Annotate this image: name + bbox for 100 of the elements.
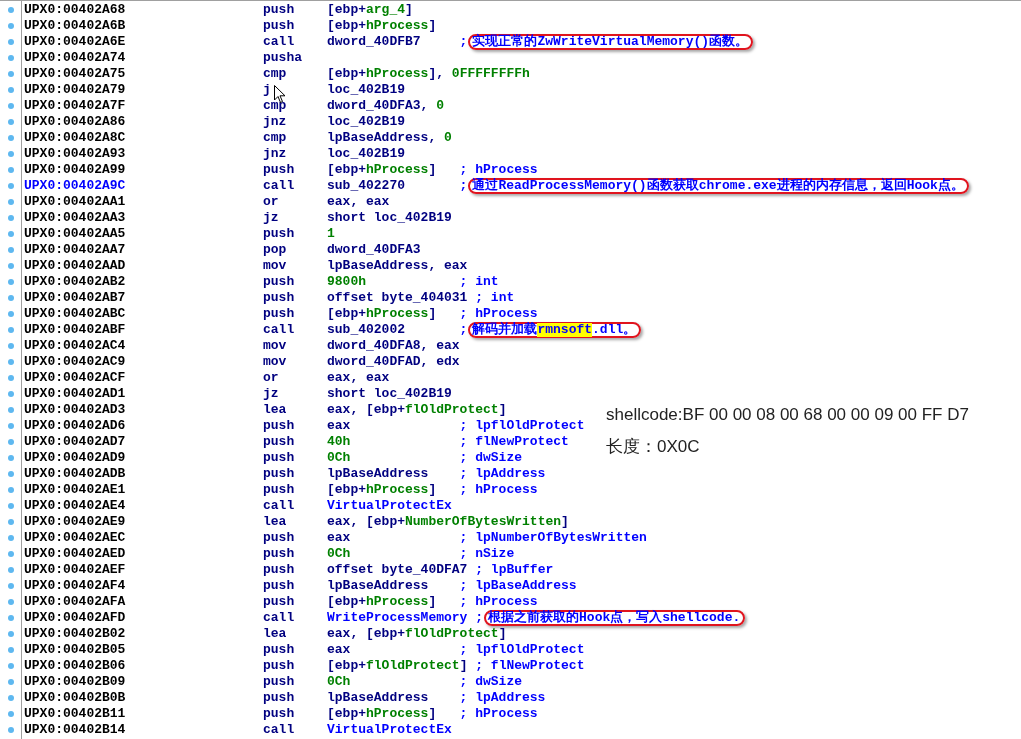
mnemonic: jz bbox=[263, 386, 279, 402]
breakpoint-dot-icon bbox=[7, 503, 14, 509]
mnemonic: call bbox=[263, 498, 295, 514]
annotation-note: 通过ReadProcessMemory()函数获取chrome.exe进程的内存信息，返回Hook点。 bbox=[468, 178, 969, 194]
operand: 0Ch bbox=[327, 674, 352, 690]
breakpoint-dot-icon bbox=[7, 359, 14, 365]
breakpoint-dot-icon bbox=[7, 615, 14, 621]
breakpoint-dot-icon bbox=[7, 71, 14, 77]
breakpoint-dot-icon bbox=[7, 583, 14, 589]
address: UPX0:00402ABF bbox=[24, 322, 127, 338]
operand: lpBaseAddress bbox=[327, 466, 430, 482]
address: UPX0:00402B0B bbox=[24, 690, 127, 706]
breakpoint-dot-icon bbox=[7, 151, 14, 157]
operand: eax bbox=[327, 418, 352, 434]
address: UPX0:00402A75 bbox=[24, 66, 127, 82]
breakpoint-dot-icon bbox=[7, 375, 14, 381]
address: UPX0:00402B11 bbox=[24, 706, 127, 722]
breakpoint-dot-icon bbox=[7, 167, 14, 173]
comment: ; hProcess bbox=[459, 306, 538, 322]
comment: ; lpBuffer bbox=[475, 562, 554, 578]
breakpoint-dot-icon bbox=[7, 295, 14, 301]
operand: short loc_402B19 bbox=[327, 210, 452, 226]
address: UPX0:00402AC9 bbox=[24, 354, 127, 370]
operand: 40h bbox=[327, 434, 352, 450]
operand: sub_402270 bbox=[327, 178, 406, 194]
mnemonic: or bbox=[263, 194, 279, 210]
mnemonic: pusha bbox=[263, 50, 302, 66]
breakpoint-dot-icon bbox=[7, 215, 14, 221]
operand: dword_40DFA8, eax bbox=[327, 338, 460, 354]
mnemonic: push bbox=[263, 546, 295, 562]
operand: eax, [ebp+flOldProtect] bbox=[327, 626, 507, 642]
operand: [ebp+hProcess] bbox=[327, 306, 438, 322]
breakpoint-dot-icon bbox=[7, 103, 14, 109]
mnemonic: push bbox=[263, 690, 295, 706]
breakpoint-dot-icon bbox=[7, 663, 14, 669]
mnemonic: call bbox=[263, 34, 295, 50]
comment: ; flNewProtect bbox=[459, 434, 569, 450]
mnemonic: push bbox=[263, 578, 295, 594]
address: UPX0:00402AB7 bbox=[24, 290, 127, 306]
operand: VirtualProtectEx bbox=[327, 722, 452, 738]
operand: dword_40DFAD, edx bbox=[327, 354, 460, 370]
comment: ; hProcess bbox=[459, 482, 538, 498]
address: UPX0:00402A9C bbox=[24, 178, 127, 194]
mnemonic: jnz bbox=[263, 146, 287, 162]
address: UPX0:00402AE9 bbox=[24, 514, 127, 530]
operand: [ebp+hProcess] bbox=[327, 706, 438, 722]
comment: ; dwSize bbox=[459, 674, 523, 690]
comment: ; lpNumberOfBytesWritten bbox=[459, 530, 647, 546]
address: UPX0:00402ABC bbox=[24, 306, 127, 322]
breakpoint-dot-icon bbox=[7, 135, 14, 141]
address: UPX0:00402AD6 bbox=[24, 418, 127, 434]
operand: offset byte_40DFA7 bbox=[327, 562, 468, 578]
mnemonic: lea bbox=[263, 402, 287, 418]
mnemonic: call bbox=[263, 722, 295, 738]
operand: eax, [ebp+flOldProtect] bbox=[327, 402, 507, 418]
operand: eax, eax bbox=[327, 194, 391, 210]
breakpoint-dot-icon bbox=[7, 567, 14, 573]
address: UPX0:00402AA3 bbox=[24, 210, 127, 226]
overlay-note-text: 长度：0X0C bbox=[606, 436, 701, 458]
operand: dword_40DFA3 bbox=[327, 242, 422, 258]
comment: ; lpflOldProtect bbox=[459, 642, 585, 658]
breakpoint-dot-icon bbox=[7, 551, 14, 557]
operand: short loc_402B19 bbox=[327, 386, 452, 402]
breakpoint-dot-icon bbox=[7, 39, 14, 45]
operand: loc_402B19 bbox=[327, 146, 406, 162]
comment: ; bbox=[459, 178, 468, 194]
address: UPX0:00402B09 bbox=[24, 674, 127, 690]
breakpoint-dot-icon bbox=[7, 519, 14, 525]
mnemonic: cmp bbox=[263, 130, 287, 146]
address: UPX0:00402AA5 bbox=[24, 226, 127, 242]
operand: loc_402B19 bbox=[327, 82, 406, 98]
operand: [ebp+hProcess] bbox=[327, 482, 438, 498]
address: UPX0:00402A6E bbox=[24, 34, 127, 50]
mnemonic: cmp bbox=[263, 66, 287, 82]
address: UPX0:00402AE1 bbox=[24, 482, 127, 498]
mnemonic: mov bbox=[263, 354, 287, 370]
mnemonic: jz bbox=[263, 210, 279, 226]
comment: ; dwSize bbox=[459, 450, 523, 466]
breakpoint-dot-icon bbox=[7, 87, 14, 93]
address: UPX0:00402AD9 bbox=[24, 450, 127, 466]
address: UPX0:00402AFA bbox=[24, 594, 127, 610]
address: UPX0:00402AAD bbox=[24, 258, 127, 274]
mnemonic: push bbox=[263, 274, 295, 290]
address: UPX0:00402A93 bbox=[24, 146, 127, 162]
mnemonic: push bbox=[263, 162, 295, 178]
mnemonic: call bbox=[263, 322, 295, 338]
operand: [ebp+arg_4] bbox=[327, 2, 414, 18]
breakpoint-dot-icon bbox=[7, 391, 14, 397]
breakpoint-dot-icon bbox=[7, 183, 14, 189]
mnemonic: push bbox=[263, 482, 295, 498]
mnemonic: push bbox=[263, 450, 295, 466]
address: UPX0:00402ACF bbox=[24, 370, 127, 386]
address: UPX0:00402ADB bbox=[24, 466, 127, 482]
breakpoint-dot-icon bbox=[7, 327, 14, 333]
mnemonic: push bbox=[263, 530, 295, 546]
address: UPX0:00402AF4 bbox=[24, 578, 127, 594]
mnemonic: call bbox=[263, 610, 295, 626]
address: UPX0:00402A86 bbox=[24, 114, 127, 130]
operand: dword_40DFA3, 0 bbox=[327, 98, 446, 114]
comment: ; hProcess bbox=[459, 706, 538, 722]
